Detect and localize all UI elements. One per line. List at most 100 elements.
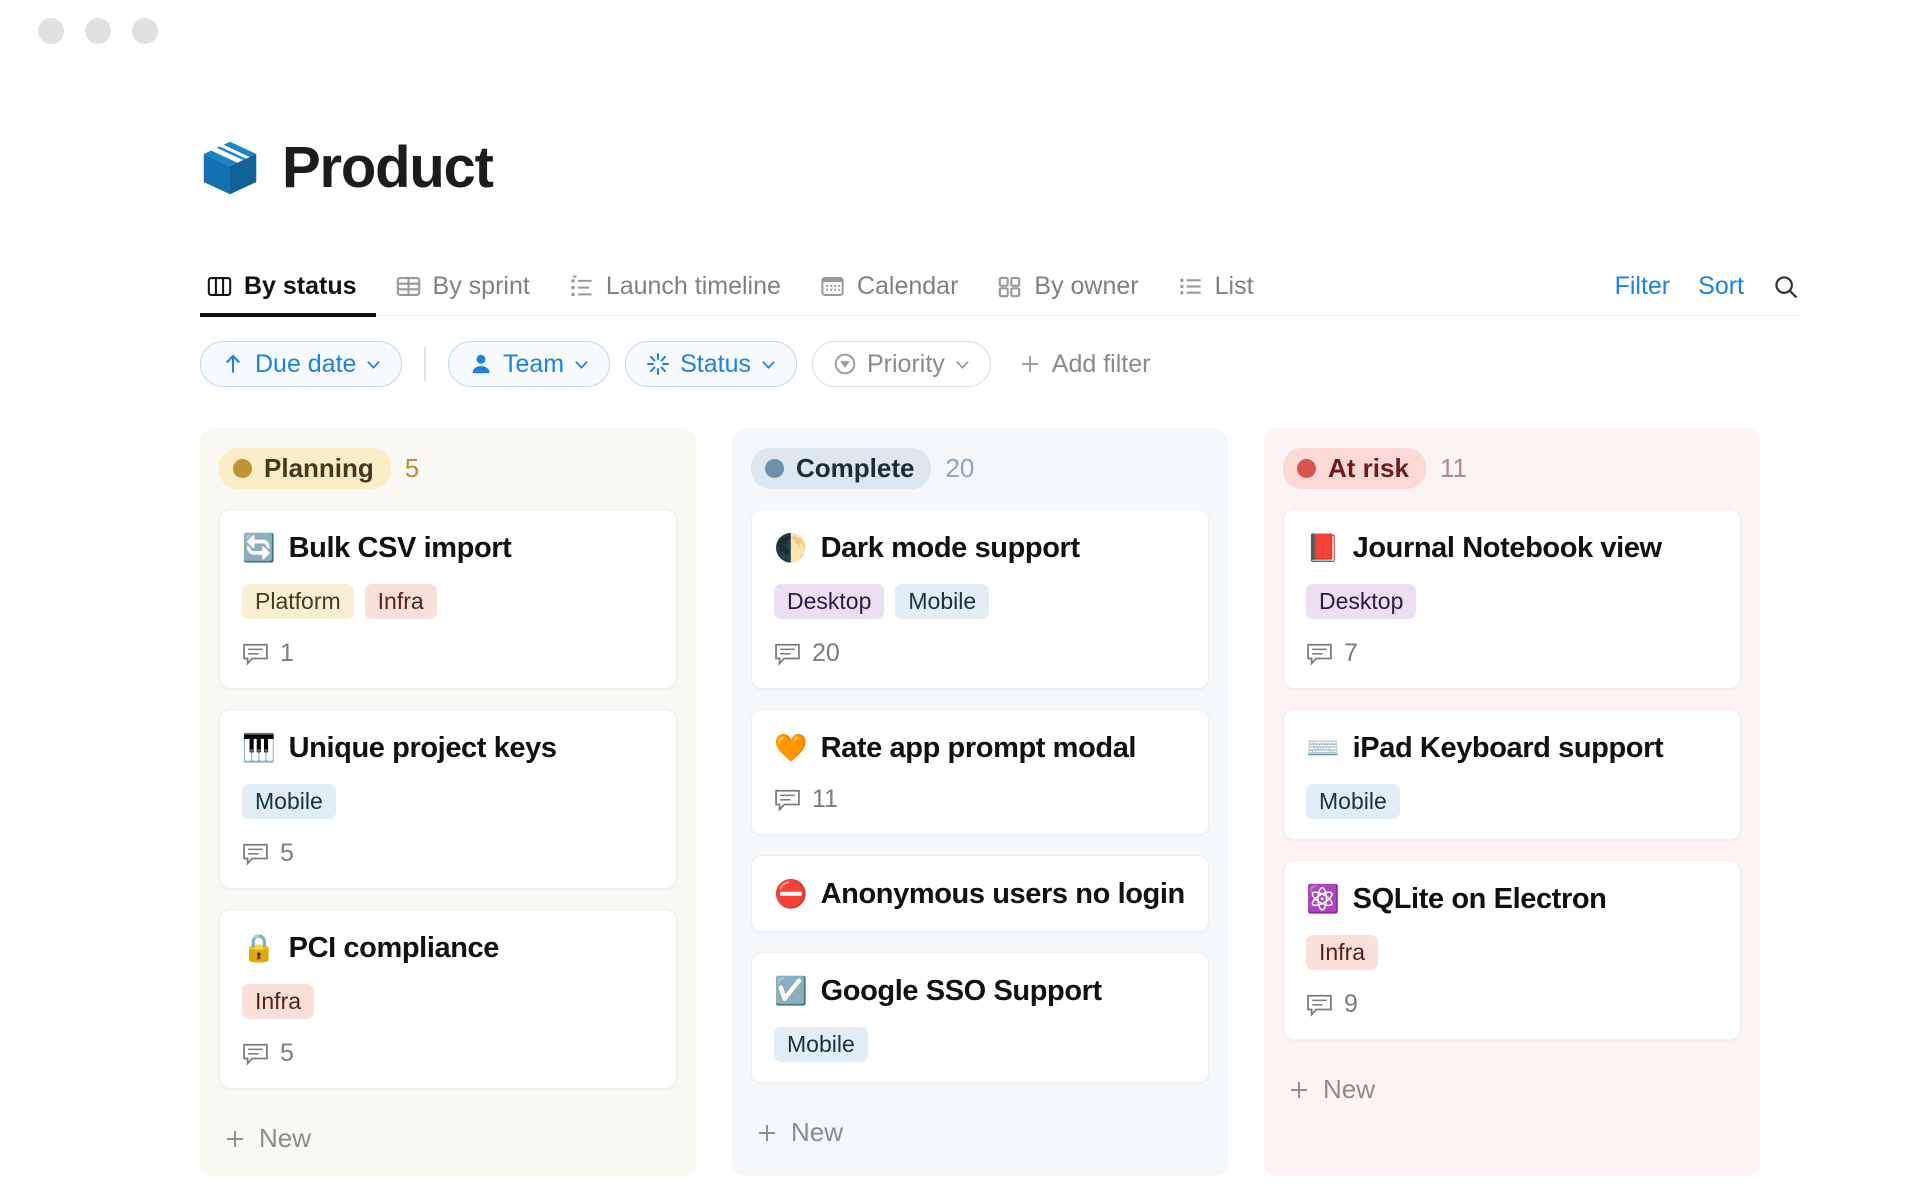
filter-button[interactable]: Filter bbox=[1615, 272, 1671, 301]
card-title-row: 🧡 Rate app prompt modal bbox=[774, 732, 1186, 765]
card-tag[interactable]: Mobile bbox=[242, 784, 336, 819]
card-title-row: ☑️ Google SSO Support bbox=[774, 975, 1186, 1008]
comment-count: 9 bbox=[1344, 990, 1358, 1018]
card-tag[interactable]: Platform bbox=[242, 584, 354, 619]
board-card[interactable]: 🔒 PCI compliance Infra 5 bbox=[219, 909, 677, 1089]
card-title: Journal Notebook view bbox=[1352, 532, 1662, 564]
card-title-row: ⚛️ SQLite on Electron bbox=[1306, 883, 1718, 916]
tab-active-underline bbox=[200, 312, 376, 317]
card-title: Unique project keys bbox=[288, 732, 557, 764]
tab-by-sprint[interactable]: By sprint bbox=[376, 272, 549, 315]
filter-chip-status[interactable]: Status bbox=[625, 341, 797, 387]
comment-icon bbox=[243, 1043, 268, 1066]
card-comment-meta: 20 bbox=[774, 639, 1186, 668]
card-title: Anonymous users no login bbox=[820, 878, 1186, 910]
column-name: Planning bbox=[264, 453, 374, 483]
tab-label: Calendar bbox=[856, 272, 959, 300]
tab-calendar[interactable]: Calendar bbox=[800, 272, 977, 315]
column-header[interactable]: Planning 5 bbox=[219, 448, 677, 489]
card-title: Google SSO Support bbox=[820, 975, 1103, 1007]
tab-launch-timeline[interactable]: Launch timeline bbox=[549, 272, 800, 315]
chevron-down-icon bbox=[955, 360, 969, 369]
column-count: 20 bbox=[945, 453, 975, 483]
card-tags: Infra bbox=[242, 984, 654, 1019]
column-header[interactable]: Complete 20 bbox=[751, 448, 1209, 489]
board-card[interactable]: 🔄 Bulk CSV import Platform Infra 1 bbox=[219, 509, 677, 689]
column-count: 11 bbox=[1439, 453, 1467, 483]
card-title: Bulk CSV import bbox=[288, 532, 512, 564]
card-tag[interactable]: Mobile bbox=[774, 1027, 868, 1062]
package-box-icon bbox=[203, 141, 257, 195]
plus-icon bbox=[227, 1130, 243, 1147]
waning-crescent-moon-icon: 🌓 bbox=[774, 533, 808, 563]
add-card-button[interactable]: New bbox=[219, 1109, 677, 1176]
card-tags: Infra bbox=[1306, 935, 1718, 970]
board-card[interactable]: 🌓 Dark mode support Desktop Mobile 20 bbox=[751, 509, 1209, 689]
filter-chip-priority[interactable]: Priority bbox=[811, 341, 991, 387]
card-tag[interactable]: Desktop bbox=[774, 584, 885, 619]
closed-book-icon: 📕 bbox=[1306, 533, 1340, 563]
orange-heart-icon: 🧡 bbox=[774, 733, 808, 763]
board-columns-icon bbox=[207, 277, 232, 296]
card-title: iPad Keyboard support bbox=[1352, 732, 1664, 764]
tab-by-status[interactable]: By status bbox=[200, 272, 376, 317]
arrows-counterclockwise-icon: 🔄 bbox=[242, 533, 276, 563]
card-tag[interactable]: Mobile bbox=[1306, 784, 1400, 819]
column-header[interactable]: At risk 11 bbox=[1283, 448, 1741, 489]
sort-button[interactable]: Sort bbox=[1698, 272, 1744, 301]
board-card[interactable]: 🎹 Unique project keys Mobile 5 bbox=[219, 709, 677, 889]
chip-label: Status bbox=[680, 349, 751, 378]
comment-count: 20 bbox=[812, 639, 840, 667]
card-title: PCI compliance bbox=[288, 932, 500, 964]
card-tags: Platform Infra bbox=[242, 584, 654, 619]
board-card[interactable]: ⛔ Anonymous users no login bbox=[751, 855, 1209, 932]
board-card[interactable]: 📕 Journal Notebook view Desktop 7 bbox=[1283, 509, 1741, 689]
card-title-row: ⛔ Anonymous users no login bbox=[774, 878, 1186, 911]
card-tag[interactable]: Infra bbox=[364, 584, 437, 619]
comment-icon bbox=[1307, 643, 1332, 666]
card-tags: Mobile bbox=[242, 784, 654, 819]
card-comment-meta: 1 bbox=[242, 639, 654, 668]
card-title-row: ⌨️ iPad Keyboard support bbox=[1306, 732, 1718, 765]
page-header: Product bbox=[200, 138, 1800, 198]
atom-symbol-icon: ⚛️ bbox=[1306, 884, 1340, 914]
card-tag[interactable]: Infra bbox=[242, 984, 315, 1019]
tab-by-owner[interactable]: By owner bbox=[977, 272, 1157, 315]
add-card-button[interactable]: New bbox=[751, 1103, 1209, 1170]
window-close-dot[interactable] bbox=[38, 18, 64, 44]
board-card[interactable]: ☑️ Google SSO Support Mobile bbox=[751, 952, 1209, 1083]
board-card[interactable]: ⌨️ iPad Keyboard support Mobile bbox=[1283, 709, 1741, 840]
timeline-icon bbox=[571, 275, 592, 297]
tabbar-actions: Filter Sort bbox=[1615, 272, 1800, 315]
board-card[interactable]: ⚛️ SQLite on Electron Infra 9 bbox=[1283, 860, 1741, 1040]
tab-label: List bbox=[1214, 272, 1254, 300]
tab-list[interactable]: List bbox=[1158, 272, 1273, 315]
no-entry-icon: ⛔ bbox=[774, 879, 808, 909]
plus-icon bbox=[1291, 1081, 1307, 1098]
board-card[interactable]: 🧡 Rate app prompt modal 11 bbox=[751, 709, 1209, 835]
arrow-up-icon bbox=[225, 354, 241, 373]
card-title: Rate app prompt modal bbox=[820, 732, 1137, 764]
card-tag[interactable]: Infra bbox=[1306, 935, 1379, 970]
list-icon bbox=[1179, 278, 1201, 295]
chevron-down-icon bbox=[575, 360, 588, 369]
card-tag[interactable]: Desktop bbox=[1306, 584, 1417, 619]
plus-icon bbox=[1021, 356, 1038, 372]
add-filter-button[interactable]: Add filter bbox=[1018, 350, 1150, 379]
sort-chip-due-date[interactable]: Due date bbox=[200, 341, 403, 387]
tab-label: By owner bbox=[1034, 272, 1139, 300]
window-maximize-dot[interactable] bbox=[132, 18, 158, 44]
add-card-button[interactable]: New bbox=[1283, 1060, 1741, 1127]
window-titlebar bbox=[0, 0, 1920, 62]
card-title-row: 🎹 Unique project keys bbox=[242, 732, 654, 765]
search-icon[interactable] bbox=[1772, 273, 1800, 301]
window-minimize-dot[interactable] bbox=[85, 18, 111, 44]
status-dot bbox=[1297, 459, 1316, 478]
card-tag[interactable]: Mobile bbox=[895, 584, 990, 619]
status-dot bbox=[765, 459, 784, 478]
card-title-row: 🔄 Bulk CSV import bbox=[242, 532, 654, 565]
column-name: At risk bbox=[1328, 453, 1409, 483]
filter-chip-team[interactable]: Team bbox=[447, 341, 611, 387]
card-tags: Desktop Mobile bbox=[774, 584, 1186, 619]
card-title-row: 📕 Journal Notebook view bbox=[1306, 532, 1718, 565]
